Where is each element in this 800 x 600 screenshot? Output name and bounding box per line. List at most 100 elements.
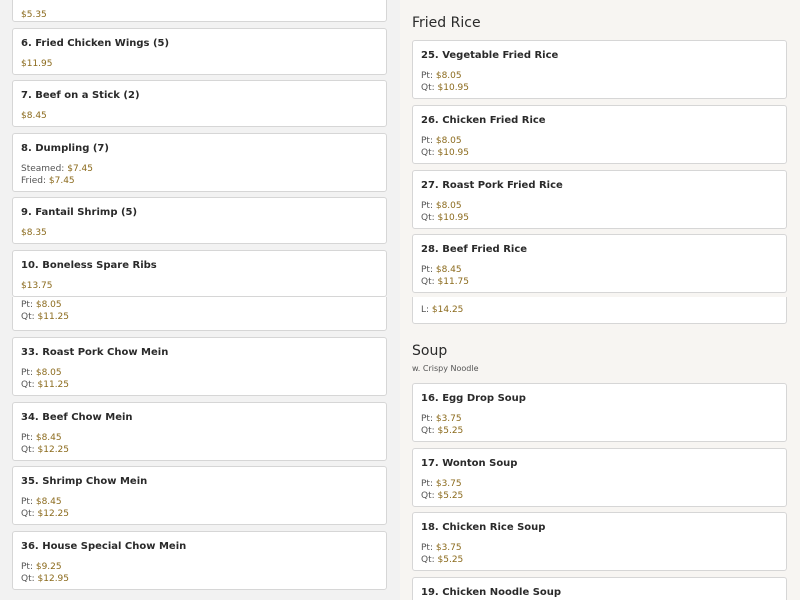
item-price: $7.45 <box>48 176 75 186</box>
menu-item-card[interactable]: 17. Wonton Soup Pt: $3.75 Qt: $5.25 <box>412 448 787 507</box>
price-label: Qt: <box>21 380 38 390</box>
price-label: Qt: <box>421 83 438 93</box>
price-label: Qt: <box>21 574 38 584</box>
price-label: L: <box>421 305 432 315</box>
price-label: Pt: <box>21 368 36 378</box>
section-subtitle: w. Crispy Noodle <box>412 364 479 373</box>
item-title: 25. Vegetable Fried Rice <box>421 50 559 61</box>
menu-item-card[interactable]: 6. Fried Chicken Wings (5) $11.95 <box>12 28 387 75</box>
soup-column: L: $14.25 Soup w. Crispy Noodle 16. Egg … <box>400 297 800 600</box>
item-title: 27. Roast Pork Fried Rice <box>421 180 563 191</box>
item-price: $5.25 <box>437 426 464 436</box>
item-title: 6. Fried Chicken Wings (5) <box>21 38 170 49</box>
menu-item-card[interactable]: 34. Beef Chow Mein Pt: $8.45 Qt: $12.25 <box>12 402 387 461</box>
price-label: Qt: <box>21 509 38 519</box>
item-title: 26. Chicken Fried Rice <box>421 115 546 126</box>
fried-rice-column: Fried Rice 25. Vegetable Fried Rice Pt: … <box>400 0 800 297</box>
price-label: Pt: <box>421 71 436 81</box>
section-title-soup: Soup <box>412 343 448 359</box>
section-title-fried-rice: Fried Rice <box>412 15 481 31</box>
item-title: 9. Fantail Shrimp (5) <box>21 207 138 218</box>
price-label: Qt: <box>421 555 438 565</box>
price-label: Pt: <box>421 201 436 211</box>
price-label: Qt: <box>421 491 438 501</box>
item-price: $5.25 <box>437 555 464 565</box>
item-title: 34. Beef Chow Mein <box>21 412 133 423</box>
bottom-panel: Pt: $8.05 Qt: $11.25 33. Roast Pork Chow… <box>0 297 800 600</box>
price-label: Qt: <box>21 445 38 455</box>
item-price: $11.25 <box>37 312 70 322</box>
item-price: $5.35 <box>21 10 47 20</box>
menu-item-card[interactable]: 9. Fantail Shrimp (5) $8.35 <box>12 197 387 244</box>
item-price: $9.25 <box>35 562 62 572</box>
menu-item-card[interactable]: 26. Chicken Fried Rice Pt: $8.05 Qt: $10… <box>412 105 787 164</box>
menu-item-card[interactable]: $5.35 <box>12 0 387 22</box>
menu-item-card[interactable]: 8. Dumpling (7) Steamed: $7.45 Fried: $7… <box>12 133 387 192</box>
item-price: $3.75 <box>435 479 462 489</box>
item-price: $8.05 <box>35 300 62 310</box>
menu-item-card[interactable]: Pt: $8.05 Qt: $11.25 <box>12 297 387 331</box>
menu-item-card[interactable]: 10. Boneless Spare Ribs $13.75 <box>12 250 387 297</box>
item-title: 18. Chicken Rice Soup <box>421 522 546 533</box>
menu-item-card[interactable]: 16. Egg Drop Soup Pt: $3.75 Qt: $5.25 <box>412 383 787 442</box>
menu-item-card[interactable]: L: $14.25 <box>412 297 787 324</box>
item-price: $8.35 <box>21 228 47 238</box>
menu-item-card[interactable]: 18. Chicken Rice Soup Pt: $3.75 Qt: $5.2… <box>412 512 787 571</box>
item-title: 7. Beef on a Stick (2) <box>21 90 140 101</box>
item-price: $10.95 <box>437 213 470 223</box>
item-price: $8.05 <box>435 201 462 211</box>
item-price: $10.95 <box>437 148 470 158</box>
item-title: 35. Shrimp Chow Mein <box>21 476 148 487</box>
price-label: Pt: <box>21 433 36 443</box>
item-price: $7.45 <box>67 164 93 174</box>
menu-item-card[interactable]: 35. Shrimp Chow Mein Pt: $8.45 Qt: $12.2… <box>12 466 387 525</box>
item-price: $8.05 <box>35 368 62 378</box>
price-label: Steamed: <box>21 164 68 174</box>
item-price: $11.75 <box>437 277 470 287</box>
price-label: Fried: <box>21 176 49 186</box>
item-title: 8. Dumpling (7) <box>21 143 109 154</box>
item-price: $8.45 <box>35 497 62 507</box>
item-price: $12.25 <box>37 445 70 455</box>
item-title: 16. Egg Drop Soup <box>421 393 526 404</box>
menu-item-card[interactable]: 7. Beef on a Stick (2) $8.45 <box>12 80 387 127</box>
menu-item-card[interactable]: 19. Chicken Noodle Soup <box>412 577 787 600</box>
menu-item-card[interactable]: 25. Vegetable Fried Rice Pt: $8.05 Qt: $… <box>412 40 787 99</box>
price-label: Qt: <box>21 312 38 322</box>
item-price: $12.25 <box>37 509 70 519</box>
item-price: $8.05 <box>435 71 462 81</box>
item-title: 28. Beef Fried Rice <box>421 244 528 255</box>
price-label: Pt: <box>21 300 36 310</box>
price-label: Pt: <box>421 136 436 146</box>
item-price: $12.95 <box>37 574 70 584</box>
menu-item-card[interactable]: 36. House Special Chow Mein Pt: $9.25 Qt… <box>12 531 387 590</box>
price-label: Pt: <box>21 497 36 507</box>
item-price: $8.45 <box>21 111 47 121</box>
price-label: Pt: <box>421 543 436 553</box>
price-label: Qt: <box>421 148 438 158</box>
item-price: $11.95 <box>21 59 53 69</box>
price-label: Pt: <box>421 414 436 424</box>
item-price: $8.45 <box>35 433 62 443</box>
menu-item-card[interactable]: 28. Beef Fried Rice Pt: $8.45 Qt: $11.75 <box>412 234 787 293</box>
item-title: 10. Boneless Spare Ribs <box>21 260 157 271</box>
top-panel: $5.35 6. Fried Chicken Wings (5) $11.95 … <box>0 0 800 297</box>
price-label: Pt: <box>421 479 436 489</box>
menu-item-card[interactable]: 27. Roast Pork Fried Rice Pt: $8.05 Qt: … <box>412 170 787 229</box>
price-label: Qt: <box>421 213 438 223</box>
item-price: $3.75 <box>435 543 462 553</box>
price-label: Qt: <box>421 426 438 436</box>
item-title: 33. Roast Pork Chow Mein <box>21 347 169 358</box>
price-label: Pt: <box>421 265 436 275</box>
item-price: $8.45 <box>435 265 462 275</box>
item-title: 36. House Special Chow Mein <box>21 541 187 552</box>
item-price: $14.25 <box>431 305 464 315</box>
item-title: 17. Wonton Soup <box>421 458 518 469</box>
price-label: Pt: <box>21 562 36 572</box>
price-label: Qt: <box>421 277 438 287</box>
menu-item-card[interactable]: 33. Roast Pork Chow Mein Pt: $8.05 Qt: $… <box>12 337 387 396</box>
item-price: $3.75 <box>435 414 462 424</box>
appetizers-column: $5.35 6. Fried Chicken Wings (5) $11.95 … <box>0 0 400 297</box>
item-price: $8.05 <box>435 136 462 146</box>
item-price: $13.75 <box>21 281 53 291</box>
